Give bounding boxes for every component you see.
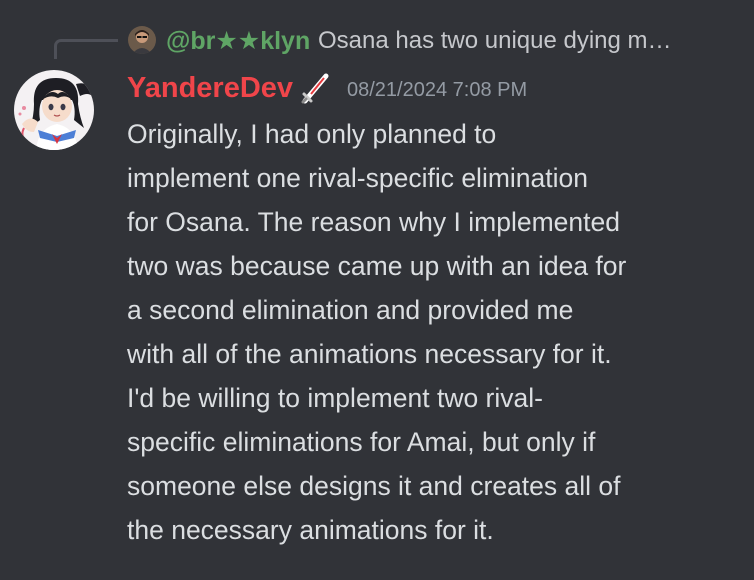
reply-username[interactable]: @br★★klyn	[166, 24, 310, 58]
reply-spine	[54, 39, 118, 59]
message-timestamp[interactable]: 08/21/2024 7:08 PM	[347, 74, 527, 106]
reply-avatar-image	[128, 26, 156, 54]
author-name[interactable]: YandereDev	[127, 68, 293, 108]
reply-username-text: @br★★klyn	[166, 27, 311, 55]
reply-preview[interactable]: Osana has two unique dying m…	[318, 24, 672, 58]
author-avatar-image	[14, 70, 94, 150]
message-content: Originally, I had only planned to implem…	[127, 119, 627, 545]
author-avatar[interactable]	[14, 70, 94, 150]
reply-avatar[interactable]	[128, 26, 156, 54]
sword-icon	[298, 70, 334, 106]
